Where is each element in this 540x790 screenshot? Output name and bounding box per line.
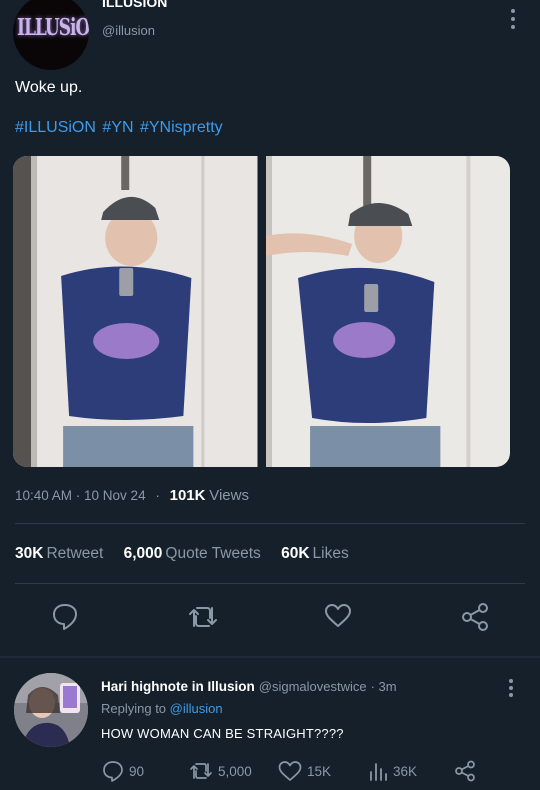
retweet-label[interactable]: Retweet [46, 545, 103, 562]
tweet-photo-2[interactable] [265, 156, 511, 467]
quote-label[interactable]: Quote Tweets [165, 545, 260, 562]
reply-like-count: 15K [307, 763, 332, 779]
more-vertical-icon[interactable] [506, 678, 516, 698]
share-icon [455, 760, 475, 782]
reply-icon[interactable] [52, 602, 78, 632]
hashtag-yn[interactable]: #YN [102, 119, 133, 136]
reply-retweet-count: 5,000 [218, 763, 252, 779]
reply-author-handle[interactable]: @sigmalovestwice [259, 679, 367, 694]
tweet-timestamp[interactable]: 10:40 AM · 10 Nov 24 [15, 488, 146, 503]
reply-author: Hari highnote in Illusion @sigmalovestwic… [101, 679, 397, 694]
retweet-count[interactable]: 30K [15, 545, 43, 562]
more-vertical-icon[interactable] [508, 8, 518, 30]
reply-like-button[interactable]: 15K [278, 760, 331, 782]
reply-view-count: 36K [393, 763, 418, 779]
reply-time: · 3m [370, 679, 397, 694]
avatar-logo: ILLUSiON [17, 14, 89, 42]
reply-reply-button[interactable]: 90 [102, 760, 144, 782]
hashtag-illusion[interactable]: #ILLUSiON [15, 119, 96, 136]
like-label[interactable]: Likes [313, 545, 349, 562]
like-count[interactable]: 60K [281, 545, 309, 562]
hashtag-ynispretty[interactable]: #YNispretty [140, 119, 223, 136]
reply-reply-count: 90 [129, 763, 145, 779]
author-handle[interactable]: @illusion [102, 23, 155, 38]
divider [15, 583, 525, 584]
author-name[interactable]: ILLUSION [102, 0, 167, 10]
heart-icon [278, 761, 302, 781]
heart-icon[interactable] [324, 602, 352, 630]
replying-prefix: Replying to [101, 701, 167, 716]
views-label: Views [209, 487, 249, 504]
reply-retweet-button[interactable]: 5,000 [189, 760, 252, 782]
views-count: 101K [169, 487, 206, 504]
reply-share-button[interactable] [454, 760, 476, 782]
replying-to-link[interactable]: @illusion [170, 701, 223, 716]
reply-views-button[interactable]: 36K [368, 760, 417, 782]
bar-chart-icon [370, 763, 387, 781]
tweet-action-bar [0, 602, 540, 634]
tweet-photo-1[interactable] [13, 156, 258, 467]
reply-avatar[interactable] [14, 673, 88, 747]
reply-icon [103, 761, 123, 782]
meta-separator: · [155, 488, 160, 503]
share-icon[interactable] [461, 602, 489, 632]
quote-count[interactable]: 6,000 [124, 545, 163, 562]
engagement-stats: 30K Retweet 6,000 Quote Tweets 60K Likes [15, 545, 365, 563]
tweet-text: Woke up. [15, 79, 83, 96]
replying-to: Replying to @illusion [101, 701, 223, 716]
author-avatar[interactable]: ILLUSiON [13, 0, 89, 70]
reply-action-bar: 90 5,000 15K 36K [0, 760, 540, 782]
hashtag-list: #ILLUSiON #YN #YNispretty [15, 119, 225, 137]
retweet-icon [190, 763, 212, 779]
reply-author-name[interactable]: Hari highnote in Illusion [101, 679, 255, 694]
divider [15, 523, 525, 524]
tweet-meta: 10:40 AM · 10 Nov 24 · 101K Views [15, 487, 249, 504]
reply-text: HOW WOMAN CAN BE STRAIGHT???? [101, 726, 344, 741]
divider [0, 656, 540, 658]
media-grid [13, 156, 510, 467]
retweet-icon[interactable] [187, 602, 219, 632]
